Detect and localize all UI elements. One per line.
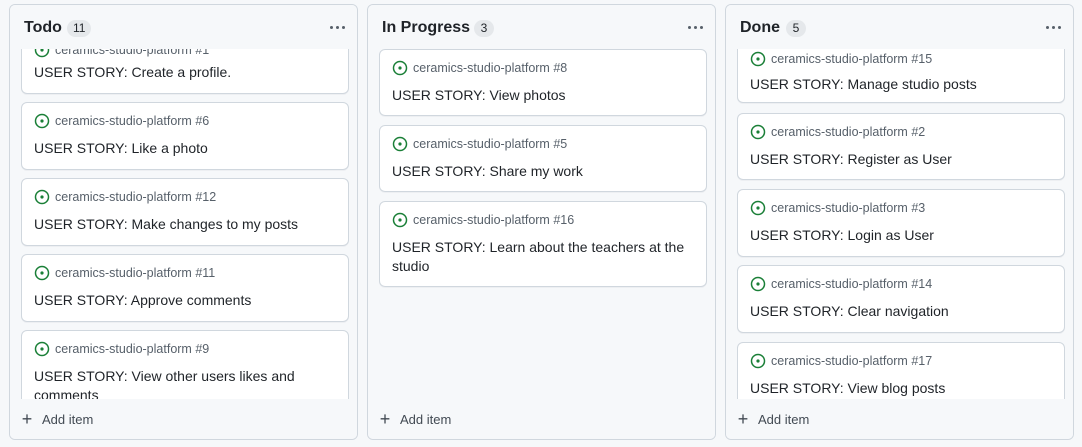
column-done: ceramics-studio-platform #15 USER STORY:… [725,4,1074,440]
issue-title[interactable]: USER STORY: Login as User [750,226,1052,245]
issue-ref-text: ceramics-studio-platform #11 [55,266,216,280]
issue-title[interactable]: USER STORY: Make changes to my posts [34,215,336,234]
plus-icon: + [21,409,33,429]
issue-title[interactable]: USER STORY: Learn about the teachers at … [392,238,694,275]
add-item-button[interactable]: + Add item [726,399,1073,439]
issue-ref[interactable]: ceramics-studio-platform #17 [750,353,932,369]
issue-card[interactable]: ceramics-studio-platform #3 USER STORY: … [737,189,1065,257]
kebab-menu-icon[interactable] [325,15,349,39]
issue-ref[interactable]: ceramics-studio-platform #6 [34,113,209,129]
issue-title[interactable]: USER STORY: Manage studio posts [750,75,1052,94]
issue-ref-text: ceramics-studio-platform #15 [771,52,933,66]
open-issue-icon [750,200,766,216]
column-item-count: 3 [474,20,494,37]
issue-ref[interactable]: ceramics-studio-platform #9 [34,341,209,357]
open-issue-icon [34,341,50,357]
project-board: ceramics-studio-platform #1 USER STORY: … [0,0,1082,447]
issue-ref[interactable]: ceramics-studio-platform #16 [392,212,574,228]
column-header: In Progress 3 [368,5,715,49]
issue-title[interactable]: USER STORY: Clear navigation [750,302,1052,321]
add-item-label: Add item [42,411,94,427]
issue-card[interactable]: ceramics-studio-platform #16 USER STORY:… [379,201,707,287]
column-in-progress-cards[interactable]: ceramics-studio-platform #8 USER STORY: … [368,5,715,439]
issue-ref-text: ceramics-studio-platform #3 [771,201,926,215]
issue-card[interactable]: ceramics-studio-platform #2 USER STORY: … [737,113,1065,180]
issue-title[interactable]: USER STORY: Like a photo [34,139,336,158]
add-item-button[interactable]: + Add item [368,399,715,439]
column-item-count: 5 [786,20,806,37]
column-header: Todo 11 [10,5,357,49]
issue-ref[interactable]: ceramics-studio-platform #15 [750,51,932,67]
column-title: Todo [24,19,62,36]
open-issue-icon [392,60,408,76]
column-title: In Progress [382,19,471,36]
issue-ref-text: ceramics-studio-platform #6 [55,114,210,128]
issue-ref-text: ceramics-studio-platform #9 [55,342,210,356]
issue-ref-text: ceramics-studio-platform #14 [771,277,933,291]
column-todo-cards[interactable]: ceramics-studio-platform #1 USER STORY: … [10,5,357,439]
issue-ref-text: ceramics-studio-platform #16 [413,213,575,227]
column-header: Done 5 [726,5,1073,49]
issue-title[interactable]: USER STORY: View blog posts [750,379,1052,398]
issue-ref[interactable]: ceramics-studio-platform #5 [392,136,567,152]
kebab-menu-icon[interactable] [1041,15,1065,39]
issue-ref[interactable]: ceramics-studio-platform #3 [750,200,925,216]
add-item-label: Add item [400,411,452,427]
issue-card[interactable]: ceramics-studio-platform #5 USER STORY: … [379,125,707,192]
plus-icon: + [737,409,749,429]
issue-ref[interactable]: ceramics-studio-platform #11 [34,265,215,281]
issue-title[interactable]: USER STORY: Register as User [750,150,1052,169]
issue-title[interactable]: USER STORY: Share my work [392,162,694,181]
column-item-count: 11 [67,20,92,37]
open-issue-icon [34,265,50,281]
column-todo: ceramics-studio-platform #1 USER STORY: … [9,4,358,440]
issue-ref[interactable]: ceramics-studio-platform #8 [392,60,567,76]
column-in-progress: ceramics-studio-platform #8 USER STORY: … [367,4,716,440]
open-issue-icon [750,353,766,369]
issue-ref[interactable]: ceramics-studio-platform #12 [34,189,216,205]
issue-ref-text: ceramics-studio-platform #5 [413,137,568,151]
open-issue-icon [750,51,766,67]
issue-ref[interactable]: ceramics-studio-platform #14 [750,276,932,292]
issue-ref[interactable]: ceramics-studio-platform #2 [750,124,925,140]
issue-ref-text: ceramics-studio-platform #12 [55,190,217,204]
issue-card[interactable]: ceramics-studio-platform #14 USER STORY:… [737,265,1065,333]
open-issue-icon [392,136,408,152]
issue-card[interactable]: ceramics-studio-platform #8 USER STORY: … [379,49,707,116]
issue-title[interactable]: USER STORY: Approve comments [34,291,336,310]
issue-title[interactable]: USER STORY: View photos [392,86,694,105]
column-done-cards[interactable]: ceramics-studio-platform #15 USER STORY:… [726,5,1073,439]
issue-title[interactable]: USER STORY: Create a profile. [34,63,336,82]
add-item-label: Add item [758,411,810,427]
open-issue-icon [750,276,766,292]
issue-ref-text: ceramics-studio-platform #8 [413,61,568,75]
column-title: Done [740,19,780,36]
open-issue-icon [34,189,50,205]
add-item-button[interactable]: + Add item [10,399,357,439]
issue-card[interactable]: ceramics-studio-platform #12 USER STORY:… [21,178,349,246]
open-issue-icon [392,212,408,228]
issue-ref-text: ceramics-studio-platform #17 [771,354,933,368]
open-issue-icon [34,113,50,129]
plus-icon: + [379,409,391,429]
kebab-menu-icon[interactable] [683,15,707,39]
open-issue-icon [750,124,766,140]
issue-ref-text: ceramics-studio-platform #2 [771,125,926,139]
issue-card[interactable]: ceramics-studio-platform #6 USER STORY: … [21,102,349,170]
issue-card[interactable]: ceramics-studio-platform #11 USER STORY:… [21,254,349,322]
